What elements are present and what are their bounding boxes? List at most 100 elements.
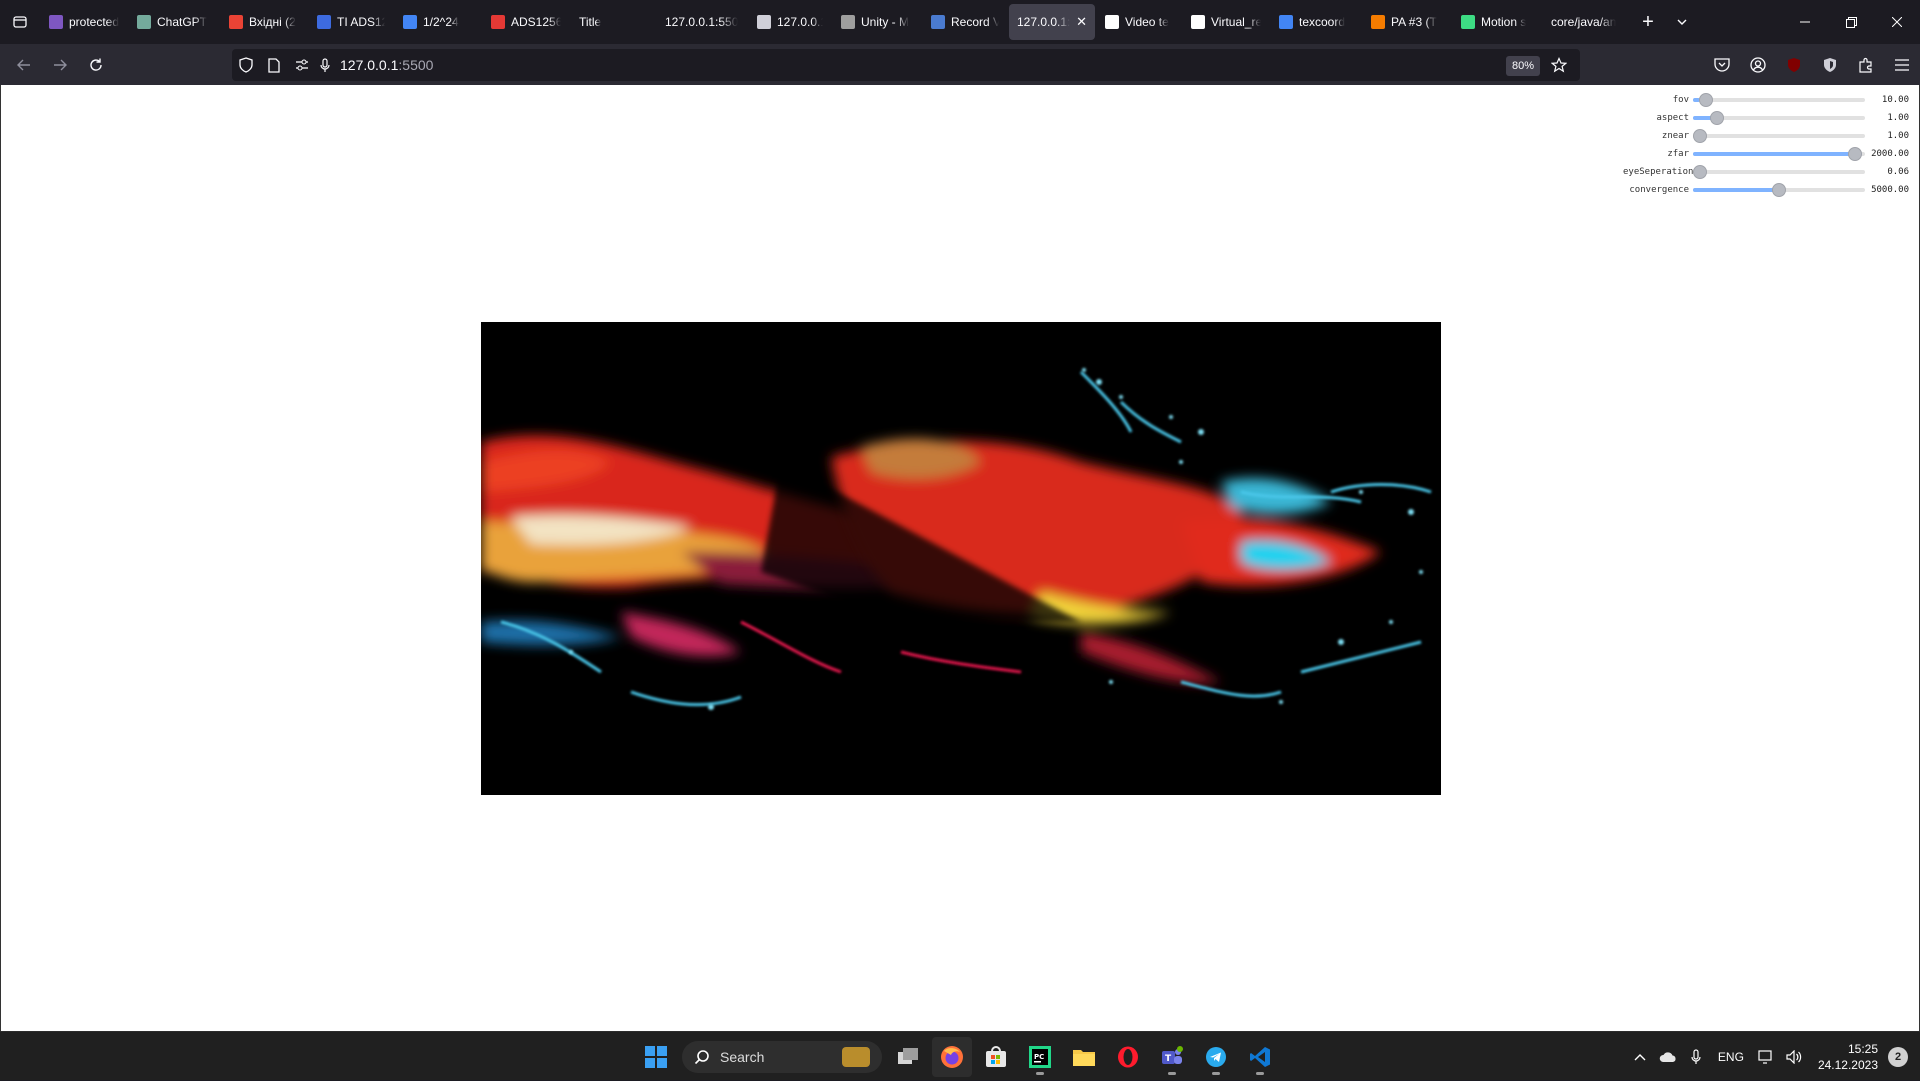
firefox-taskbar-button[interactable]	[932, 1036, 972, 1077]
slider-thumb[interactable]	[1772, 183, 1786, 197]
browser-tab[interactable]: Record V	[923, 4, 1007, 40]
slider-convergence[interactable]	[1693, 181, 1865, 199]
stereo-render-canvas[interactable]	[481, 322, 1441, 795]
telegram-taskbar-button[interactable]	[1196, 1037, 1236, 1077]
show-hidden-icons-button[interactable]	[1626, 1037, 1654, 1077]
toolbar-right	[1704, 44, 1920, 85]
navigation-toolbar: 127.0.0.1:5500 80%	[0, 44, 1920, 85]
gui-value[interactable]: 2000.00	[1865, 149, 1909, 159]
svg-text:PC: PC	[1034, 1053, 1044, 1061]
microphone-tray-button[interactable]	[1682, 1037, 1710, 1077]
unity-icon	[841, 15, 855, 29]
arrow-right-icon	[54, 59, 67, 70]
gui-label: aspect	[1656, 113, 1689, 123]
app-menu-button[interactable]	[1884, 49, 1920, 81]
restore-button[interactable]	[1828, 0, 1874, 44]
browser-tab[interactable]: Unity - M	[833, 4, 921, 40]
task-view-button[interactable]	[888, 1037, 928, 1077]
slider-aspect[interactable]	[1693, 109, 1865, 127]
taskbar-search[interactable]: Search	[682, 1040, 882, 1073]
slider-fill	[1693, 188, 1779, 192]
address-bar[interactable]: 127.0.0.1:5500 80%	[232, 49, 1580, 81]
slider-thumb[interactable]	[1693, 165, 1707, 179]
forward-button[interactable]	[42, 49, 78, 81]
site-info-button[interactable]	[260, 49, 288, 81]
browser-tab[interactable]: Motion s	[1453, 4, 1541, 40]
browser-tab[interactable]: Title	[571, 4, 655, 40]
browser-tab[interactable]: Video te	[1097, 4, 1181, 40]
minimize-button[interactable]	[1782, 0, 1828, 44]
slider-eyeseperation[interactable]	[1693, 163, 1865, 181]
list-all-tabs-button[interactable]	[0, 0, 40, 44]
tab-title: Record V	[951, 15, 999, 29]
volume-button[interactable]	[1780, 1037, 1808, 1077]
close-window-button[interactable]	[1874, 0, 1920, 44]
slider-znear[interactable]	[1693, 127, 1865, 145]
tab-overflow-menu[interactable]	[1666, 4, 1698, 40]
slider-thumb[interactable]	[1699, 93, 1714, 107]
browser-tab[interactable]: 1/2^24	[395, 4, 481, 40]
gui-value[interactable]: 1.00	[1865, 131, 1909, 141]
browser-tab[interactable]: 127.0.0.1	[749, 4, 831, 40]
tab-title: TI ADS12	[337, 15, 385, 29]
clock[interactable]: 15:25 24.12.2023	[1808, 1041, 1888, 1073]
start-button[interactable]	[636, 1037, 676, 1077]
extensions-button[interactable]	[1848, 49, 1884, 81]
microsoft-store-button[interactable]	[976, 1037, 1016, 1077]
microphone-permission-button[interactable]	[316, 49, 334, 81]
gui-value[interactable]: 5000.00	[1865, 185, 1909, 195]
gui-value[interactable]: 10.00	[1865, 95, 1909, 105]
ublock-extension-button[interactable]	[1776, 49, 1812, 81]
pycharm-taskbar-button[interactable]: PC	[1020, 1037, 1060, 1077]
tracking-protection-button[interactable]	[232, 49, 260, 81]
google-icon	[1279, 15, 1293, 29]
globe-icon	[757, 15, 771, 29]
slider-zfar[interactable]	[1693, 145, 1865, 163]
new-tab-button[interactable]: +	[1630, 4, 1666, 40]
vscode-taskbar-button[interactable]	[1240, 1037, 1280, 1077]
chatgpt-icon	[137, 15, 151, 29]
browser-tab[interactable]: Virtual_re	[1183, 4, 1269, 40]
onedrive-button[interactable]	[1654, 1037, 1682, 1077]
browser-tab[interactable]: PA #3 (T	[1363, 4, 1451, 40]
teams-taskbar-button[interactable]: T	[1152, 1037, 1192, 1077]
browser-tab[interactable]: Вхідні (2	[221, 4, 307, 40]
record-icon	[931, 15, 945, 29]
browser-tab[interactable]: ADS1256	[483, 4, 569, 40]
opera-taskbar-button[interactable]	[1108, 1037, 1148, 1077]
slider-fov[interactable]	[1693, 91, 1865, 109]
gui-value[interactable]: 1.00	[1865, 113, 1909, 123]
android-icon	[1461, 15, 1475, 29]
privacy-extension-button[interactable]	[1812, 49, 1848, 81]
pocket-button[interactable]	[1704, 49, 1740, 81]
account-button[interactable]	[1740, 49, 1776, 81]
reload-button[interactable]	[78, 49, 114, 81]
tab-title: 127.0.0.1	[777, 15, 823, 29]
star-icon	[1551, 57, 1567, 73]
network-button[interactable]	[1752, 1037, 1780, 1077]
browser-tab[interactable]: 127.0.0.1:5 ✕	[1009, 4, 1095, 40]
close-tab-icon[interactable]: ✕	[1076, 14, 1087, 30]
bookmark-button[interactable]	[1546, 53, 1572, 77]
zoom-level-button[interactable]: 80%	[1505, 56, 1540, 76]
hamburger-icon	[1895, 58, 1909, 71]
browser-tab[interactable]: texcoord	[1271, 4, 1361, 40]
slider-thumb[interactable]	[1847, 147, 1862, 161]
browser-tab[interactable]: core/java/an	[1543, 4, 1629, 40]
back-button[interactable]	[6, 49, 42, 81]
browser-tab[interactable]: ChatGPT	[129, 4, 219, 40]
slider-thumb[interactable]	[1710, 111, 1725, 125]
browser-tab[interactable]: TI ADS12	[309, 4, 393, 40]
firefox-icon	[941, 1045, 963, 1068]
slider-thumb[interactable]	[1693, 129, 1707, 143]
notification-center-badge[interactable]: 2	[1888, 1046, 1908, 1067]
teams-icon: T	[1162, 1045, 1183, 1064]
gui-value[interactable]: 0.06	[1865, 167, 1909, 177]
file-explorer-button[interactable]	[1064, 1037, 1104, 1077]
permissions-button[interactable]	[288, 49, 316, 81]
input-language-indicator[interactable]: ENG	[1710, 1050, 1752, 1064]
rendered-splash-image	[481, 322, 1441, 795]
browser-tab[interactable]: protected	[41, 4, 127, 40]
gmail-icon	[229, 15, 243, 29]
browser-tab[interactable]: 127.0.0.1:550	[657, 4, 747, 40]
